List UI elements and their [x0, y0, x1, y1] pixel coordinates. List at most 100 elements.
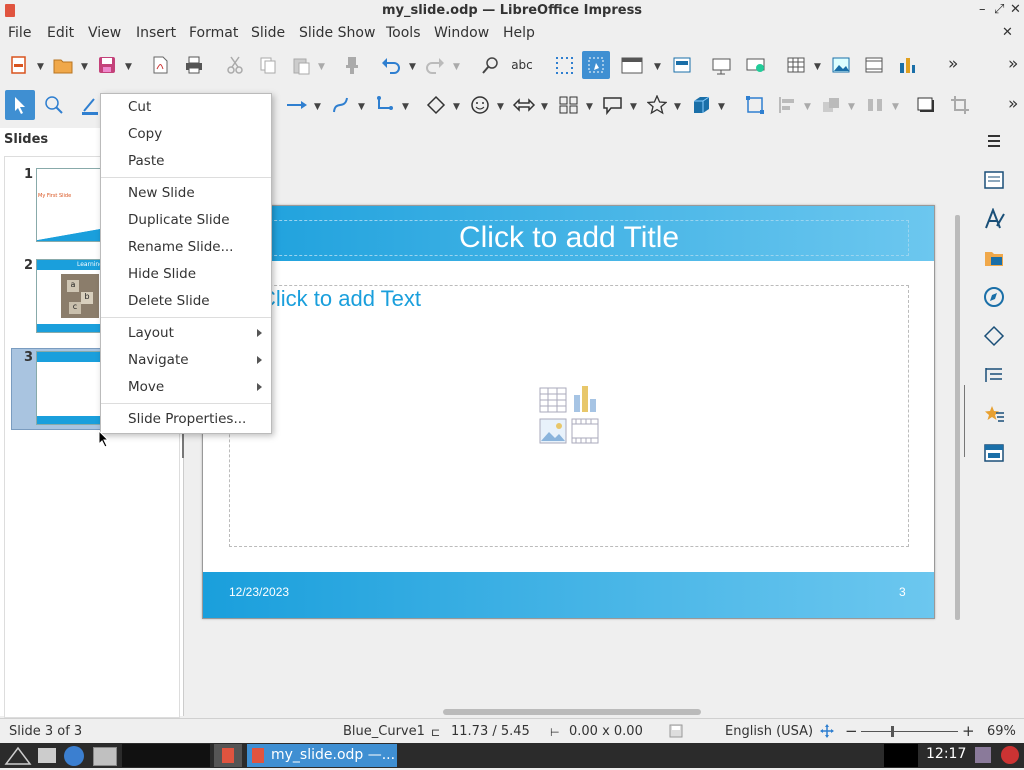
slide-canvas[interactable]: Click to add Title Click to add Text 12/… [202, 205, 935, 619]
display-views-icon[interactable] [618, 51, 646, 79]
minimize-button[interactable]: – [979, 2, 986, 17]
zoom-slider[interactable] [861, 731, 958, 732]
menu-item-cut[interactable]: Cut [128, 99, 151, 115]
align-dropdown-icon[interactable]: ▼ [804, 102, 811, 112]
master-slide-name[interactable]: Blue_Curve1 [343, 724, 425, 739]
menu-item-duplicate-slide[interactable]: Duplicate Slide [128, 212, 230, 228]
start-menu-icon[interactable] [4, 746, 32, 766]
flowchart-icon[interactable] [555, 91, 583, 119]
menu-slide-show[interactable]: Slide Show [299, 25, 375, 41]
media-icon[interactable] [860, 51, 888, 79]
gallery-icon[interactable] [981, 245, 1007, 271]
menu-item-copy[interactable]: Copy [128, 126, 162, 142]
stars-icon[interactable] [643, 91, 671, 119]
arrow-dropdown-icon[interactable]: ▼ [314, 102, 321, 112]
toolbar-overflow-button[interactable]: » [948, 54, 958, 74]
document-modified-icon[interactable] [669, 724, 683, 738]
arrange-icon[interactable] [817, 91, 845, 119]
menu-item-new-slide[interactable]: New Slide [128, 185, 195, 201]
menu-item-rename-slide[interactable]: Rename Slide... [128, 239, 233, 255]
display-views-dropdown-icon[interactable]: ▼ [654, 62, 661, 72]
insert-image-icon[interactable] [539, 417, 567, 445]
restore-button[interactable]: ⤢ [994, 2, 1004, 17]
connector-dropdown-icon[interactable]: ▼ [402, 102, 409, 112]
footer-page-number[interactable]: 3 [899, 585, 906, 599]
flowchart-dropdown-icon[interactable]: ▼ [586, 102, 593, 112]
redo-icon[interactable] [421, 51, 449, 79]
connector-icon[interactable] [371, 91, 399, 119]
basic-shapes-dropdown-icon[interactable]: ▼ [453, 102, 460, 112]
rotate-icon[interactable] [741, 91, 769, 119]
menu-window[interactable]: Window [434, 25, 489, 41]
distribute-dropdown-icon[interactable]: ▼ [892, 102, 899, 112]
print-icon[interactable] [180, 51, 208, 79]
zoom-in-button[interactable]: + [962, 722, 975, 740]
curve-dropdown-icon[interactable]: ▼ [358, 102, 365, 112]
language-status[interactable]: English (USA) [725, 724, 813, 739]
toolbar-overflow-button-2[interactable]: » [1008, 54, 1018, 74]
zoom-percent[interactable]: 69% [987, 724, 1016, 739]
select-icon[interactable] [5, 90, 35, 120]
image-icon[interactable] [827, 51, 855, 79]
vertical-scrollbar[interactable] [955, 215, 960, 620]
master-slides-icon[interactable] [981, 440, 1007, 466]
find-replace-icon[interactable] [476, 51, 504, 79]
sidebar-menu-icon[interactable] [981, 128, 1007, 154]
animation-icon[interactable] [981, 401, 1007, 427]
menu-help[interactable]: Help [503, 25, 535, 41]
browser-launcher-icon[interactable] [64, 746, 84, 766]
callout-dropdown-icon[interactable]: ▼ [630, 102, 637, 112]
symbol-shapes-icon[interactable] [466, 91, 494, 119]
menu-item-delete-slide[interactable]: Delete Slide [128, 293, 210, 309]
user-icon[interactable] [975, 747, 991, 763]
crop-icon[interactable] [946, 91, 974, 119]
open-icon[interactable] [49, 51, 77, 79]
undo-icon[interactable] [377, 51, 405, 79]
footer-date[interactable]: 12/23/2023 [229, 585, 289, 599]
3d-objects-icon[interactable] [687, 91, 715, 119]
insert-table-icon[interactable] [539, 387, 567, 413]
shapes-icon[interactable] [981, 323, 1007, 349]
helplines-icon[interactable] [582, 51, 610, 79]
chart-icon[interactable] [893, 51, 921, 79]
menu-item-move[interactable]: Move [128, 379, 164, 395]
start-current-icon[interactable] [742, 51, 770, 79]
zoom-out-button[interactable]: − [845, 722, 858, 740]
power-icon[interactable] [1001, 746, 1019, 764]
workspace-switcher[interactable] [122, 744, 210, 767]
arrange-dropdown-icon[interactable]: ▼ [848, 102, 855, 112]
new-dropdown-icon[interactable]: ▼ [37, 62, 44, 72]
start-first-icon[interactable] [708, 51, 736, 79]
shadow-icon[interactable] [912, 91, 940, 119]
symbol-shapes-dropdown-icon[interactable]: ▼ [497, 102, 504, 112]
cut-icon[interactable] [221, 51, 249, 79]
menu-file[interactable]: File [8, 25, 31, 41]
show-desktop-icon[interactable] [38, 748, 56, 763]
horizontal-scrollbar[interactable] [443, 709, 701, 715]
spelling-icon[interactable]: abc [508, 51, 536, 79]
impress-launcher-icon[interactable] [214, 744, 242, 767]
undo-dropdown-icon[interactable]: ▼ [409, 62, 416, 72]
table-icon[interactable] [782, 51, 810, 79]
properties-icon[interactable] [981, 167, 1007, 193]
block-arrows-dropdown-icon[interactable]: ▼ [541, 102, 548, 112]
save-icon[interactable] [93, 51, 121, 79]
align-icon[interactable] [773, 91, 801, 119]
save-dropdown-icon[interactable]: ▼ [125, 62, 132, 72]
task-button-impress[interactable]: my_slide.odp —... [247, 744, 397, 767]
file-manager-icon[interactable] [93, 747, 117, 766]
menu-view[interactable]: View [88, 25, 121, 41]
close-document-button[interactable]: ✕ [1002, 25, 1013, 40]
distribute-icon[interactable] [861, 91, 889, 119]
navigator-icon[interactable] [981, 284, 1007, 310]
menu-format[interactable]: Format [189, 25, 238, 41]
3d-objects-dropdown-icon[interactable]: ▼ [718, 102, 725, 112]
slide-transition-icon[interactable] [981, 362, 1007, 388]
zoom-icon[interactable] [40, 91, 68, 119]
new-icon[interactable] [5, 51, 33, 79]
menu-item-layout[interactable]: Layout [128, 325, 174, 341]
title-placeholder[interactable]: Click to add Title [229, 220, 909, 256]
close-button[interactable]: ✕ [1010, 2, 1021, 17]
insert-video-icon[interactable] [571, 417, 599, 445]
zoom-slider-thumb[interactable] [891, 726, 894, 737]
